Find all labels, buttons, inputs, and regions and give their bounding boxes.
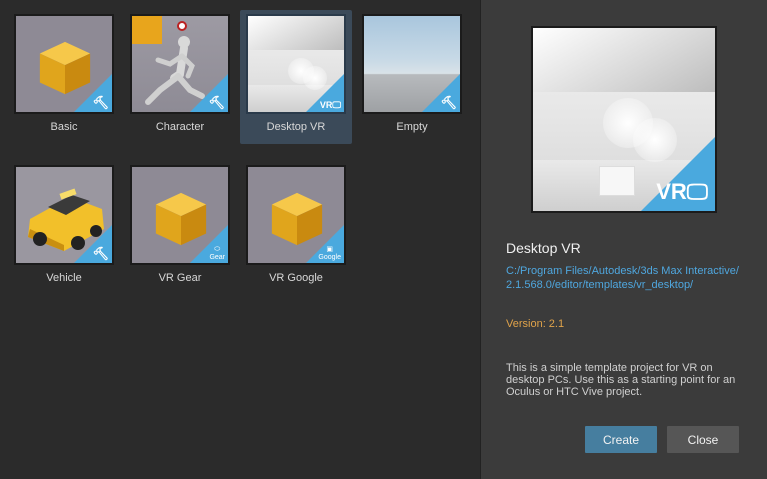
template-thumbnail: VR🖵︎ xyxy=(246,14,346,114)
template-thumbnail: ▣︎ Google xyxy=(246,165,346,265)
badge-text: Google xyxy=(318,253,341,261)
template-grid: 🔨︎ Basic 🔨︎ Character VR🖵︎ Desktop VR 🔨︎… xyxy=(0,0,480,479)
create-button[interactable]: Create xyxy=(585,426,657,453)
hammer-icon: 🔨︎ xyxy=(440,95,457,110)
template-path-link[interactable]: C:/Program Files/Autodesk/3ds Max Intera… xyxy=(506,264,746,292)
template-tile-vehicle[interactable]: 🔨︎ Vehicle xyxy=(8,161,120,295)
template-tile-empty[interactable]: 🔨︎ Empty xyxy=(356,10,468,144)
hammer-icon: 🔨︎ xyxy=(208,95,225,110)
template-tile-character[interactable]: 🔨︎ Character xyxy=(124,10,236,144)
vr-monitor-icon: VR🖵︎ xyxy=(319,99,341,110)
template-description: This is a simple template project for VR… xyxy=(506,362,736,398)
template-thumbnail: 🔨︎ xyxy=(130,14,230,114)
template-tile-desktop-vr[interactable]: VR🖵︎ Desktop VR xyxy=(240,10,352,144)
hammer-icon: 🔨︎ xyxy=(92,246,109,261)
hammer-icon: 🔨︎ xyxy=(92,95,109,110)
template-label: Desktop VR xyxy=(266,121,326,133)
template-title: Desktop VR xyxy=(506,240,581,256)
vr-monitor-icon: VR🖵︎ xyxy=(656,179,708,204)
cardboard-icon: ▣︎ Google xyxy=(318,246,341,261)
template-label: VR Google xyxy=(269,272,323,284)
template-tile-basic[interactable]: 🔨︎ Basic xyxy=(8,10,120,144)
template-details-panel: VR🖵︎ Desktop VR C:/Program Files/Autodes… xyxy=(480,0,767,479)
template-label: Character xyxy=(155,121,205,133)
badge-text: Gear xyxy=(209,253,225,261)
template-label: Basic xyxy=(50,121,78,133)
template-label: Empty xyxy=(396,121,428,133)
gear-vr-icon: ⬭︎ Gear xyxy=(209,246,225,261)
template-preview-image: VR🖵︎ xyxy=(531,26,717,213)
template-thumbnail: 🔨︎ xyxy=(14,14,114,114)
badge-text: VR xyxy=(656,179,687,204)
template-label: Vehicle xyxy=(46,272,82,284)
template-tile-vr-gear[interactable]: ⬭︎ Gear VR Gear xyxy=(124,161,236,295)
template-label: VR Gear xyxy=(158,272,202,284)
close-button[interactable]: Close xyxy=(667,426,739,453)
template-tile-vr-google[interactable]: ▣︎ Google VR Google xyxy=(240,161,352,295)
template-thumbnail: 🔨︎ xyxy=(14,165,114,265)
template-thumbnail: ⬭︎ Gear xyxy=(130,165,230,265)
template-thumbnail: 🔨︎ xyxy=(362,14,462,114)
template-version: Version: 2.1 xyxy=(506,318,565,330)
